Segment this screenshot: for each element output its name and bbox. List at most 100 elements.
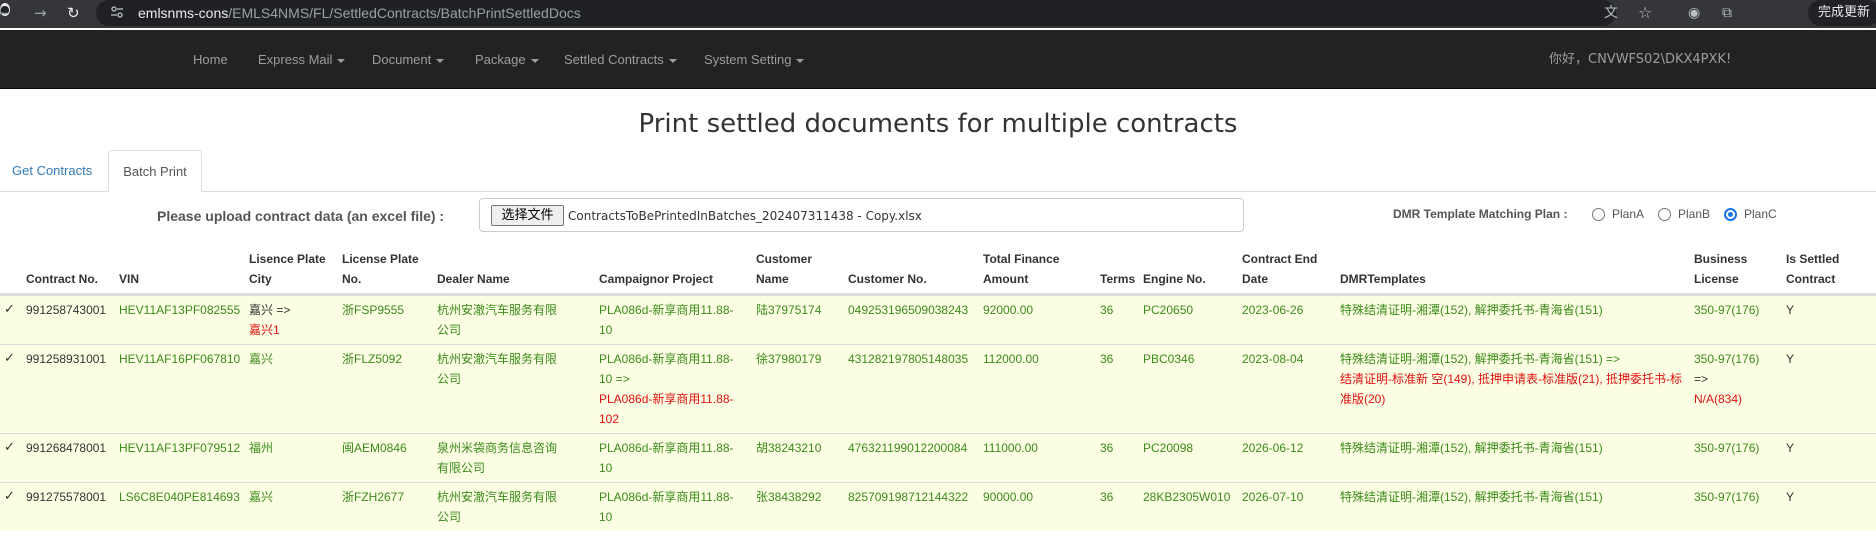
cell-contract-no: 991275578001	[26, 490, 107, 504]
cell-city-new: 嘉兴1	[249, 323, 280, 337]
th-plate-no-2: No.	[342, 272, 362, 286]
check-icon: ✓	[4, 440, 15, 455]
radio-plan-a-label[interactable]: PlanA	[1612, 206, 1644, 222]
nav-system-setting[interactable]: System Setting	[704, 52, 805, 68]
cell-terms: 36	[1100, 352, 1114, 366]
cell-engine: PBC0346	[1143, 352, 1195, 366]
cell-customer-name: 徐37980179	[756, 352, 822, 366]
caret-down-icon	[668, 58, 677, 63]
cell-campaign: PLA086d-新享商用11.88-	[599, 352, 734, 366]
reload-icon[interactable]: ↻	[67, 3, 80, 23]
caret-down-icon	[337, 58, 346, 63]
site-info-icon[interactable]	[110, 5, 124, 19]
app-navbar: Home Express Mail Document Package Settl…	[0, 30, 1876, 89]
user-greeting: 你好，CNVWFS02\DKX4PXK!	[1549, 52, 1732, 67]
cell-customer-no: 825709198712144322	[848, 490, 969, 504]
nav-package[interactable]: Package	[475, 52, 539, 68]
cell-end-date: 2023-06-26	[1242, 303, 1304, 317]
radio-plan-c[interactable]	[1724, 208, 1737, 221]
cell-dealer-2: 公司	[437, 323, 462, 337]
radio-plan-b-label[interactable]: PlanB	[1678, 206, 1710, 222]
cell-campaign-new: PLA086d-新享商用11.88-	[599, 392, 734, 406]
page-title: Print settled documents for multiple con…	[638, 109, 1238, 139]
cell-campaign: PLA086d-新享商用11.88-	[599, 441, 734, 455]
choose-file-button[interactable]: 选择文件	[491, 205, 564, 226]
cell-terms: 36	[1100, 303, 1114, 317]
cell-contract-no: 991258931001	[26, 352, 107, 366]
upload-label: Please upload contract data (an excel fi…	[157, 208, 445, 224]
cell-dmr: 特殊结清证明-湘潭(152), 解押委托书-青海省(151)	[1340, 441, 1603, 455]
radio-plan-b[interactable]	[1658, 208, 1671, 221]
th-business-license: Business	[1694, 252, 1748, 266]
th-is-settled-2: Contract	[1786, 272, 1836, 286]
cell-dmr: 特殊结清证明-湘潭(152), 解押委托书-青海省(151)	[1340, 490, 1603, 504]
cell-plate: 浙FZH2677	[342, 490, 405, 504]
cell-settled: Y	[1786, 441, 1795, 455]
translate-icon[interactable]: 文	[1604, 4, 1618, 22]
cell-settled: Y	[1786, 303, 1795, 317]
radio-plan-c-label[interactable]: PlanC	[1744, 206, 1777, 222]
th-dealer-name: Dealer Name	[437, 272, 510, 286]
check-icon: ✓	[4, 489, 15, 504]
cell-license: 350-97(176)	[1694, 490, 1760, 504]
cell-dealer: 杭州安澈汽车服务有限	[437, 303, 558, 317]
radio-plan-a[interactable]	[1592, 208, 1605, 221]
cell-vin: HEV11AF13PF079512	[119, 441, 241, 455]
cell-end-date: 2026-06-12	[1242, 441, 1304, 455]
th-campaign: Campaignor Project	[599, 272, 714, 286]
nav-home[interactable]: Home	[193, 52, 228, 68]
forward-arrow-icon[interactable]: →	[34, 3, 47, 23]
cell-customer-name: 胡38243210	[756, 441, 822, 455]
cell-terms: 36	[1100, 441, 1114, 455]
cell-campaign-2: 10	[599, 323, 613, 337]
cell-dmr-new: 结清证明-标准新 空(149), 抵押申请表-标准版(21), 抵押委托书-标准…	[1340, 372, 1683, 406]
th-total-finance-2: Amount	[983, 272, 1029, 286]
tab-get-contracts[interactable]: Get Contracts	[12, 150, 92, 192]
extensions-icon[interactable]: ⧉	[1722, 4, 1732, 22]
cell-plate: 浙FLZ5092	[342, 352, 403, 366]
tabs-divider	[0, 191, 1876, 192]
cell-plate: 闽AEM0846	[342, 441, 407, 455]
cell-license-new: N/A(834)	[1694, 392, 1743, 406]
cell-finance: 90000.00	[983, 490, 1034, 504]
cell-customer-name: 张38438292	[756, 490, 822, 504]
cell-dealer: 泉州米袋商务信息咨询	[437, 441, 558, 455]
cell-vin: LS6C8E040PE814693	[119, 490, 240, 504]
nav-settled-contracts[interactable]: Settled Contracts	[564, 52, 677, 68]
cell-city: 嘉兴	[249, 352, 274, 366]
caret-down-icon	[436, 58, 445, 63]
selected-file-name: ContractsToBePrintedInBatches_2024073114…	[568, 209, 922, 223]
cell-customer-no: 049253196509038243	[848, 303, 969, 317]
cell-license: 350-97(176)	[1694, 352, 1760, 366]
cell-engine: 28KB2305W010	[1143, 490, 1231, 504]
cell-finance: 92000.00	[983, 303, 1034, 317]
bookmark-star-icon[interactable]: ☆	[1638, 4, 1652, 22]
th-is-settled: Is Settled	[1786, 252, 1840, 266]
cell-license: 350-97(176)	[1694, 303, 1760, 317]
th-contract-end: Contract End	[1242, 252, 1318, 266]
cell-contract-no: 991268478001	[26, 441, 107, 455]
url-text[interactable]: emlsnms-cons/EMLS4NMS/FL/SettledContract…	[138, 5, 581, 21]
cell-finance: 111000.00	[983, 441, 1038, 455]
cell-engine: PC20098	[1143, 441, 1194, 455]
cell-campaign-new-2: 102	[599, 412, 620, 426]
cell-license-arrow: =>	[1694, 372, 1709, 386]
visibility-icon[interactable]: ◉	[1688, 4, 1700, 22]
update-button[interactable]: 完成更新	[1808, 0, 1876, 26]
cell-dmr: 特殊结清证明-湘潭(152), 解押委托书-青海省(151) =>	[1340, 352, 1621, 366]
check-icon: ✓	[4, 351, 15, 366]
caret-down-icon	[796, 58, 805, 63]
cell-dealer-2: 有限公司	[437, 461, 486, 475]
back-arrow-icon[interactable]: ←	[0, 3, 9, 23]
nav-document[interactable]: Document	[372, 52, 445, 68]
check-icon: ✓	[4, 302, 15, 317]
cell-settled: Y	[1786, 490, 1795, 504]
nav-express-mail[interactable]: Express Mail	[258, 52, 346, 68]
cell-campaign-2: 10	[599, 461, 613, 475]
cell-finance: 112000.00	[983, 352, 1039, 366]
cell-contract-no: 991258743001	[26, 303, 107, 317]
tab-batch-print[interactable]: Batch Print	[108, 150, 202, 192]
cell-dealer-2: 公司	[437, 510, 462, 524]
cell-city: 嘉兴	[249, 490, 274, 504]
cell-settled: Y	[1786, 352, 1795, 366]
